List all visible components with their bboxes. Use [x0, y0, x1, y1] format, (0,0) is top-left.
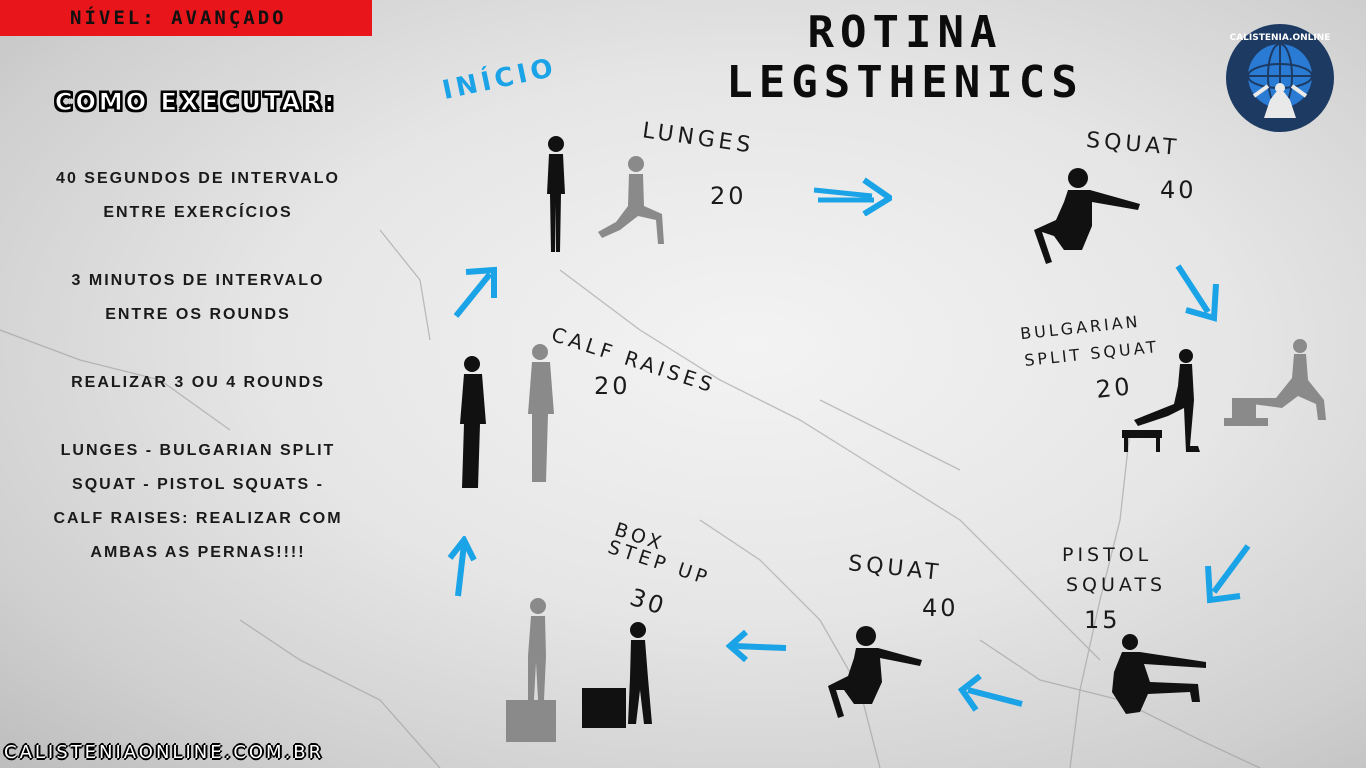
squat-figure-icon	[1034, 168, 1140, 264]
instruction-both-legs: LUNGES - BULGARIAN SPLIT SQUAT - PISTOL …	[53, 442, 343, 561]
calf-raise-figure-icon	[460, 356, 486, 488]
arrow-left-icon	[958, 674, 1023, 712]
arrow-right-icon	[813, 177, 892, 216]
box-step-up-light-figure-icon	[506, 598, 556, 742]
how-to-title: COMO EXECUTAR:	[54, 88, 338, 117]
exercise-calf-reps: 20	[594, 372, 631, 400]
box-step-up-figure-icon	[582, 622, 652, 728]
title-line-2: LEGSTHENICS	[726, 57, 1084, 108]
arrow-down-right-icon	[1175, 264, 1219, 322]
bulgarian-split-squat-alt-figure-icon	[1224, 339, 1326, 426]
exercise-pistol-reps: 15	[1084, 606, 1121, 634]
standing-figure-icon	[547, 136, 565, 252]
instruction-rest-exercises: 40 SEGUNDOS DE INTERVALO ENTRE EXERCÍCIO…	[56, 170, 340, 221]
globe-atlas-icon: CALISTENIA.ONLINE	[1226, 24, 1334, 132]
instruction-rounds: REALIZAR 3 OU 4 ROUNDS	[71, 374, 325, 391]
logo-text: CALISTENIA.ONLINE	[1230, 33, 1331, 43]
exercise-pistol-label-2: SQUATS	[1066, 574, 1167, 596]
footer-website: CALISTENIAONLINE.COM.BR	[4, 742, 325, 763]
title-line-1: ROTINA	[807, 7, 1003, 58]
calf-raise-alt-figure-icon	[528, 344, 554, 482]
arrow-down-left-icon	[1205, 544, 1251, 604]
arrow-left-icon-2	[726, 629, 787, 663]
exercise-pistol-label-1: PISTOL	[1062, 544, 1153, 566]
lunge-figure-icon	[598, 156, 664, 244]
instruction-rest-rounds: 3 MINUTOS DE INTERVALO ENTRE OS ROUNDS	[71, 272, 325, 323]
arrow-up-right-icon	[453, 266, 497, 318]
pistol-squat-figure-icon	[1112, 634, 1206, 714]
level-badge: NÍVEL: AVANÇADO	[0, 0, 372, 36]
arrow-up-icon	[447, 536, 477, 597]
squat-figure-icon-2	[828, 626, 922, 718]
page-title: ROTINA LEGSTHENICS	[690, 8, 1120, 108]
bulgarian-split-squat-figure-icon	[1122, 349, 1200, 452]
exercise-squat-1-reps: 40	[1160, 176, 1197, 204]
exercise-lunges-reps: 20	[710, 182, 747, 210]
exercise-squat-2-reps: 40	[922, 594, 959, 622]
